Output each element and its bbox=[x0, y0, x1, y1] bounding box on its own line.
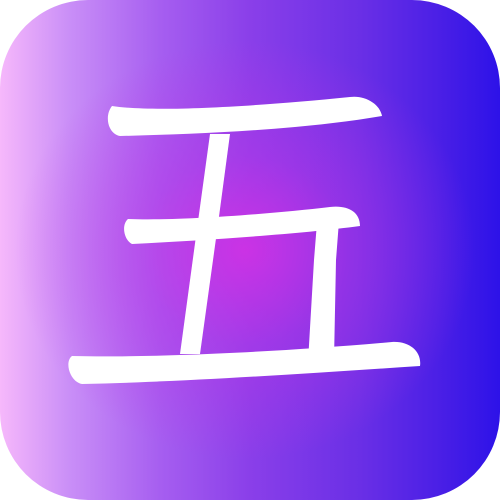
glyph-wu-five bbox=[68, 96, 421, 384]
glyph-stroke-bottom bbox=[68, 341, 421, 384]
glyph-stroke-left bbox=[180, 134, 230, 354]
glyph-stroke-top bbox=[107, 96, 383, 136]
app-icon[interactable] bbox=[0, 0, 500, 500]
